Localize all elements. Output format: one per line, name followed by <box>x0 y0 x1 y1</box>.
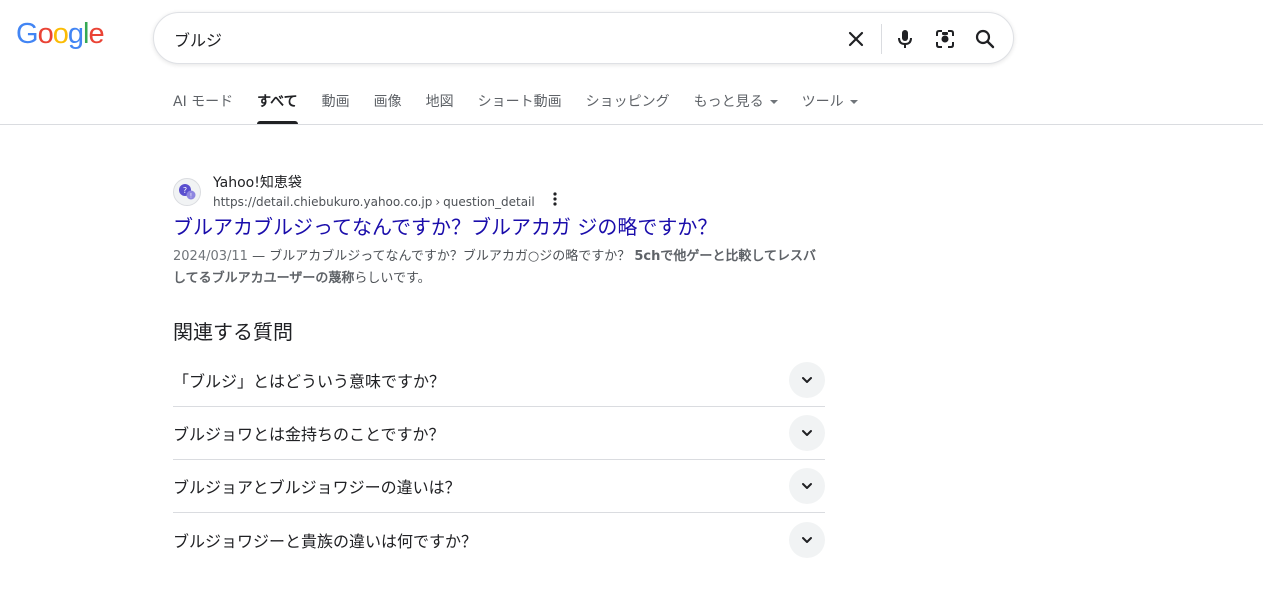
result-title-link[interactable]: ブルアカブルジってなんですか？ブルアカガ ジの略ですか？ <box>173 214 825 240</box>
result-site-meta: Yahoo!知恵袋 https://detail.chiebukuro.yaho… <box>213 173 535 211</box>
question-text: 「ブルジ」とはどういう意味ですか？ <box>173 372 446 391</box>
related-question-item[interactable]: ブルジョアとブルジョワジーの違いは？ <box>173 460 825 513</box>
tab-label: AI モード <box>173 94 234 110</box>
chevron-down-icon[interactable] <box>789 521 825 558</box>
svg-text:?: ? <box>183 186 187 195</box>
search-result: ?! Yahoo!知恵袋 https://detail.chiebukuro.y… <box>173 174 825 290</box>
related-question-item[interactable]: ブルジョワとは金持ちのことですか？ <box>173 407 825 460</box>
more-options-icon[interactable] <box>545 189 565 209</box>
close-icon[interactable] <box>843 26 869 52</box>
search-input[interactable] <box>174 27 814 51</box>
caret-down-icon <box>849 100 858 104</box>
tab-label: 画像 <box>373 94 402 110</box>
logo-letter: o <box>52 18 69 50</box>
search-icon[interactable] <box>972 26 998 52</box>
tab-label: ショート動画 <box>477 94 562 110</box>
tab-short-videos[interactable]: ショート動画 <box>478 92 562 124</box>
svg-text:!: ! <box>190 193 192 200</box>
logo-letter: G <box>16 18 39 50</box>
search-bar <box>153 12 1014 64</box>
chevron-down-icon[interactable] <box>789 468 825 504</box>
question-text: ブルジョワとは金持ちのことですか？ <box>173 425 445 444</box>
result-url-separator: › <box>435 195 441 209</box>
tab-videos[interactable]: 動画 <box>322 92 350 124</box>
result-url[interactable]: https://detail.chiebukuro.yahoo.co.jp › … <box>213 193 535 211</box>
tab-label: すべて <box>257 94 298 110</box>
caret-down-icon <box>769 100 778 104</box>
microphone-icon[interactable] <box>892 26 918 52</box>
search-tabs: AI モード すべて 動画 画像 地図 ショート動画 ショッピング もっと見る … <box>173 92 882 124</box>
tab-ai-mode[interactable]: AI モード <box>173 92 233 124</box>
logo-letter: e <box>88 18 104 50</box>
related-question-item[interactable]: ブルジョワジーと貴族の違いは何ですか？ <box>173 513 825 566</box>
tab-all[interactable]: すべて <box>257 92 299 124</box>
question-text: ブルジョワジーと貴族の違いは何ですか？ <box>173 531 478 551</box>
result-snippet: 2024/03/11 — ブルアカブルジってなんですか？ブルアカガ○ジの略ですか… <box>173 246 825 290</box>
snippet-dash: — <box>247 249 270 264</box>
result-date: 2024/03/11 <box>173 249 248 264</box>
search-divider <box>881 24 882 54</box>
tab-label: 動画 <box>321 94 350 110</box>
google-logo[interactable]: G o o g l e <box>16 18 105 51</box>
tab-label: ツール <box>801 94 844 110</box>
tab-shopping[interactable]: ショッピング <box>586 92 670 124</box>
related-question-item[interactable]: 「ブルジ」とはどういう意味ですか？ <box>173 354 825 407</box>
result-url-domain: https://detail.chiebukuro.yahoo.co.jp <box>213 195 433 209</box>
chevron-down-icon[interactable] <box>789 362 825 398</box>
tab-label: ショッピング <box>585 94 670 110</box>
result-site-row: ?! Yahoo!知恵袋 https://detail.chiebukuro.y… <box>173 174 825 210</box>
yahoo-chiebukuro-favicon-icon[interactable]: ?! <box>173 178 201 206</box>
snippet-text: ブルアカブルジってなんですか？ブルアカガ○ジの略ですか？ <box>269 249 635 264</box>
result-url-path: question_detail <box>443 195 535 209</box>
tab-label: 地図 <box>425 94 454 110</box>
related-questions: 関連する質問 「ブルジ」とはどういう意味ですか？ ブルジョワとは金持ちのことです… <box>173 318 825 566</box>
snippet-tail: らしいです。 <box>354 271 431 286</box>
tab-tools[interactable]: ツール <box>802 92 858 124</box>
question-text: ブルジョアとブルジョワジーの違いは？ <box>173 478 461 497</box>
tab-more[interactable]: もっと見る <box>694 92 778 124</box>
logo-letter: o <box>37 18 54 50</box>
chevron-down-icon[interactable] <box>789 415 825 451</box>
tab-images[interactable]: 画像 <box>374 92 402 124</box>
tab-maps[interactable]: 地図 <box>426 92 454 124</box>
related-questions-list: 「ブルジ」とはどういう意味ですか？ ブルジョワとは金持ちのことですか？ ブルジョ… <box>173 354 825 566</box>
logo-letter: g <box>67 18 84 50</box>
related-questions-title: 関連する質問 <box>173 320 293 344</box>
tabs-divider <box>0 124 1263 125</box>
tab-label: もっと見る <box>693 94 764 110</box>
camera-lens-icon[interactable] <box>932 26 958 52</box>
result-site-name[interactable]: Yahoo!知恵袋 <box>213 173 535 193</box>
